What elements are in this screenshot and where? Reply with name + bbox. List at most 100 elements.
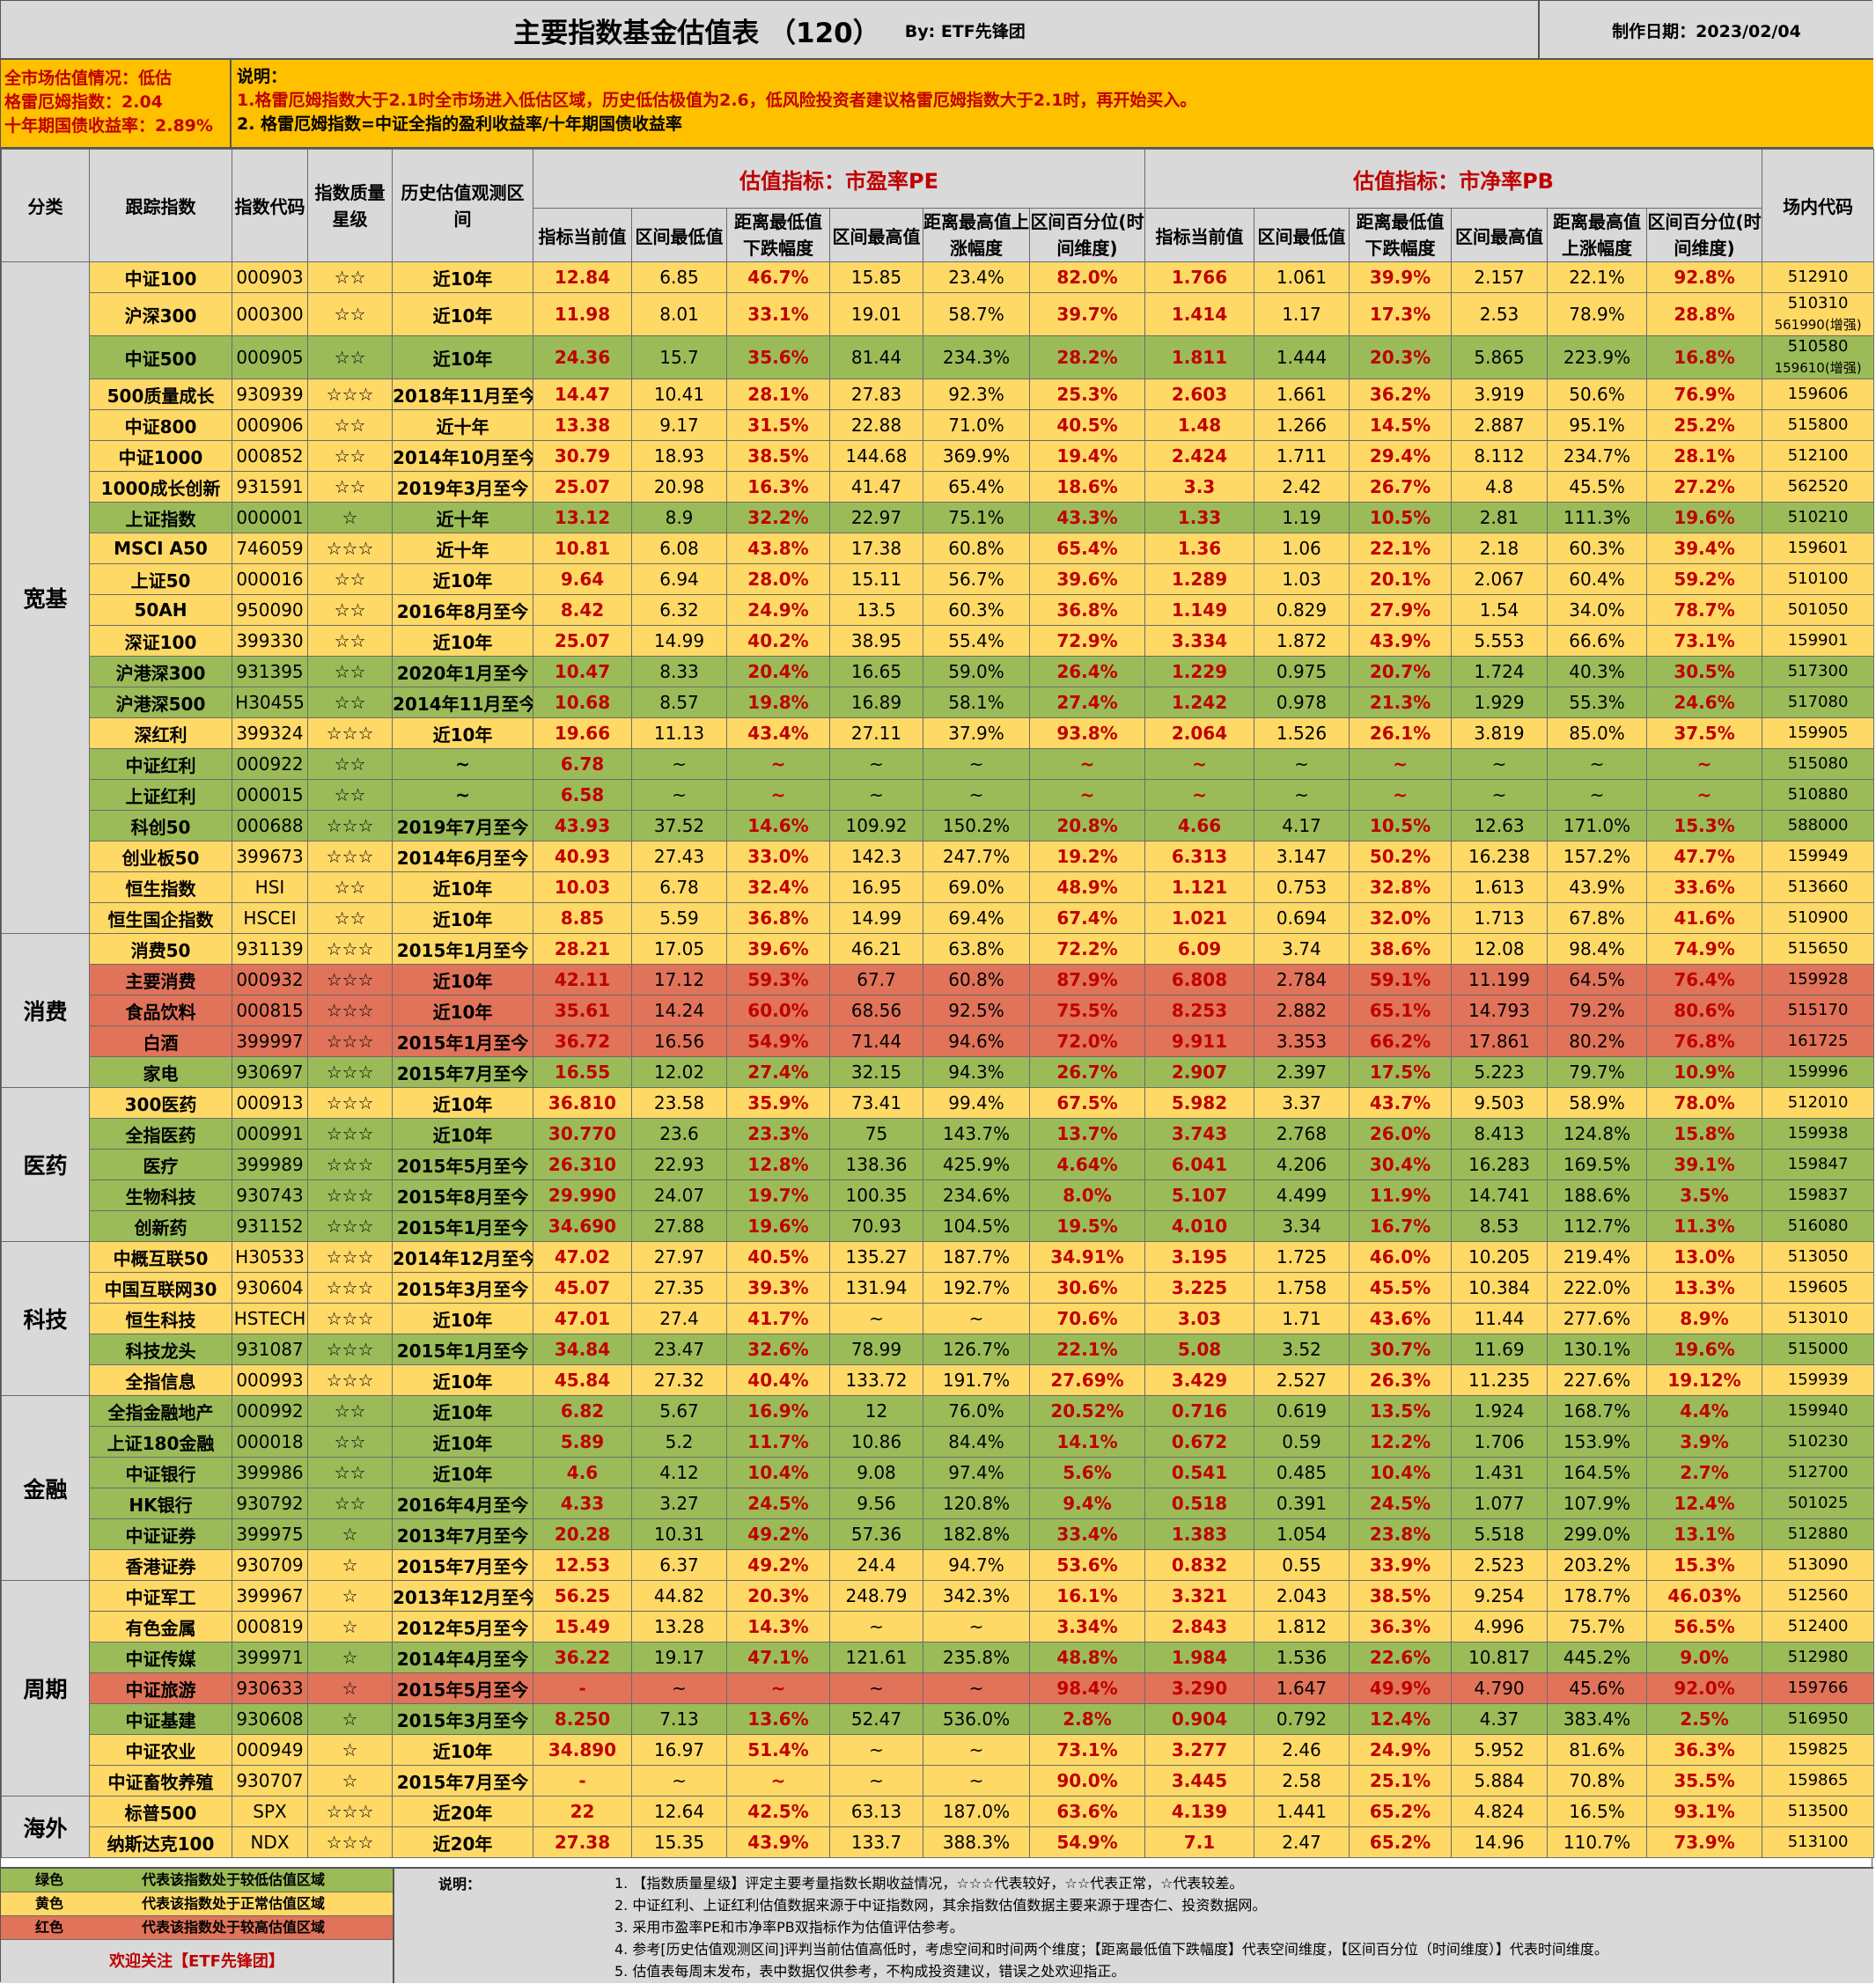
pb-value: 445.2% <box>1547 1642 1648 1673</box>
pb-value: 3.445 <box>1144 1765 1255 1797</box>
table-row: 上证50 000016 ☆☆ 近10年 9.64 6.94 28.0% 15.11 56.7% 3… <box>2 563 1875 595</box>
listing-code: 512010 <box>1762 1087 1875 1119</box>
sheet-title-cell: 主要指数基金估值表 （120） By: ETF先锋团 <box>1 1 1540 60</box>
quality-stars: ☆☆☆ <box>307 1364 393 1396</box>
pb-value: 1.929 <box>1451 687 1549 718</box>
bond-yield: 十年期国债收益率：2.89% <box>4 116 213 136</box>
index-name: 科技龙头 <box>89 1334 232 1365</box>
pb-value: 23.8% <box>1349 1518 1453 1550</box>
pb-value: 34.0% <box>1547 594 1648 626</box>
pe-value: 5.2 <box>631 1426 727 1458</box>
pb-value: 0.55 <box>1254 1549 1350 1581</box>
observation-period: 2015年7月至今 <box>392 1765 533 1797</box>
footnotes-label: 说明： <box>438 1876 482 1892</box>
pe-value: 92.5% <box>923 995 1030 1026</box>
pb-value: 2.882 <box>1254 995 1350 1026</box>
pb-value: 5.518 <box>1451 1518 1549 1550</box>
pe-value: 17.38 <box>829 533 923 564</box>
index-name: 主要消费 <box>89 964 232 996</box>
pe-value: 36.8% <box>726 902 830 934</box>
index-name: 中证传媒 <box>89 1642 232 1673</box>
table-row: 中证1000 000852 ☆☆ 2014年10月至今 30.79 18.93 38.5% 1… <box>2 440 1875 472</box>
pb-value: 19.12% <box>1646 1364 1763 1396</box>
pe-value: 32.2% <box>726 502 830 533</box>
pb-value: 33.9% <box>1349 1549 1453 1581</box>
pe-value: 8.57 <box>631 687 727 718</box>
pe-value: 4.64% <box>1028 1149 1146 1180</box>
listing-code-primary: 159865 <box>1787 1771 1849 1789</box>
quality-stars: ☆☆ <box>307 292 393 336</box>
pe-value: 20.52% <box>1028 1395 1146 1427</box>
pe-value: ~ <box>829 1611 923 1642</box>
pb-value: 168.7% <box>1547 1395 1648 1427</box>
pe-value: 24.07 <box>631 1179 727 1211</box>
pe-value: ~ <box>1028 779 1146 811</box>
quality-stars: ☆ <box>307 1672 393 1704</box>
pb-value: 40.3% <box>1547 656 1648 687</box>
listing-code-primary: 517080 <box>1787 693 1849 711</box>
pe-value: 143.7% <box>923 1118 1030 1150</box>
pb-value: 1.48 <box>1144 409 1255 441</box>
pe-value: 182.8% <box>923 1518 1030 1550</box>
pe-value: 63.8% <box>923 933 1030 965</box>
quality-stars: ☆☆☆ <box>307 1087 393 1119</box>
pb-value: 12.63 <box>1451 810 1549 841</box>
listing-code-primary: 513100 <box>1787 1833 1849 1851</box>
pe-value: 39.3% <box>726 1272 830 1304</box>
pe-value: 104.5% <box>923 1210 1030 1242</box>
quality-stars: ☆☆☆ <box>307 1241 393 1273</box>
pb-value: ~ <box>1254 748 1350 780</box>
pe-value: ~ <box>726 779 830 811</box>
pe-value: ~ <box>923 1303 1030 1334</box>
legend-red: 红色 代表该指数处于较高估值区域 <box>1 1916 393 1940</box>
pb-value: 0.829 <box>1254 594 1350 626</box>
index-code: 746059 <box>232 533 308 564</box>
pb-value: 26.3% <box>1349 1364 1453 1396</box>
pe-value: 26.310 <box>533 1149 632 1180</box>
pe-value: ~ <box>923 1611 1030 1642</box>
pb-value: 4.790 <box>1451 1672 1549 1704</box>
observation-period: 2013年12月至今 <box>392 1580 533 1612</box>
pb-value: 11.3% <box>1646 1210 1763 1242</box>
index-name: 沪港深300 <box>89 656 232 687</box>
pb-value: 2.53 <box>1451 292 1549 336</box>
quality-stars: ☆ <box>307 1611 393 1642</box>
pe-value: 15.49 <box>533 1611 632 1642</box>
table-row: 家电 930697 ☆☆☆ 2015年7月至今 16.55 12.02 27.4% 32.15… <box>2 1056 1875 1088</box>
pb-value: 0.716 <box>1144 1395 1255 1427</box>
pb-value: 27.9% <box>1349 594 1453 626</box>
pb-value: 59.2% <box>1646 563 1763 595</box>
pe-value: 150.2% <box>923 810 1030 841</box>
pe-value: 10.81 <box>533 533 632 564</box>
pb-value: 6.808 <box>1144 964 1255 996</box>
listing-code-primary: 588000 <box>1787 816 1849 834</box>
pb-value: 0.978 <box>1254 687 1350 718</box>
legend-yellow-label: 黄色 <box>34 1895 63 1912</box>
listing-code-primary: 512700 <box>1787 1463 1849 1481</box>
pb-value: ~ <box>1349 748 1453 780</box>
pe-value: 36.8% <box>1028 594 1146 626</box>
pb-value: 43.9% <box>1547 871 1648 903</box>
table-row: 中证畜牧养殖 930707 ☆ 2015年7月至今 - ~ ~ ~ ~90.0% 3.445 2.5… <box>2 1765 1875 1797</box>
quality-stars: ☆☆☆ <box>307 717 393 749</box>
pe-value: 40.4% <box>726 1364 830 1396</box>
pe-value: 10.86 <box>829 1426 923 1458</box>
pb-value: 1.71 <box>1254 1303 1350 1334</box>
pe-value: 25.3% <box>1028 378 1146 410</box>
color-legend: 绿色 代表该指数处于较低估值区域 黄色 代表该指数处于正常估值区域 红色 代表该… <box>1 1869 394 1983</box>
pb-value: 3.743 <box>1144 1118 1255 1150</box>
quality-stars: ☆ <box>307 1765 393 1797</box>
pb-value: 30.7% <box>1349 1334 1453 1365</box>
listing-code-primary: 516950 <box>1787 1709 1849 1728</box>
pb-value: 1.613 <box>1451 871 1549 903</box>
pe-value: ~ <box>829 748 923 780</box>
explanation-line-1: 1.格雷厄姆指数大于2.1时全市场进入低估区域，历史低估极值为2.6，低风险投资… <box>237 91 1197 110</box>
quality-stars: ☆ <box>307 1734 393 1766</box>
listing-code-primary: 159938 <box>1787 1124 1849 1143</box>
pe-value: 191.7% <box>923 1364 1030 1396</box>
pe-value: ~ <box>923 1765 1030 1797</box>
pb-value: 1.19 <box>1254 502 1350 533</box>
col-category: 分类 <box>1 149 90 262</box>
index-name: 中证银行 <box>89 1457 232 1488</box>
listing-code-primary: 159949 <box>1787 847 1849 865</box>
